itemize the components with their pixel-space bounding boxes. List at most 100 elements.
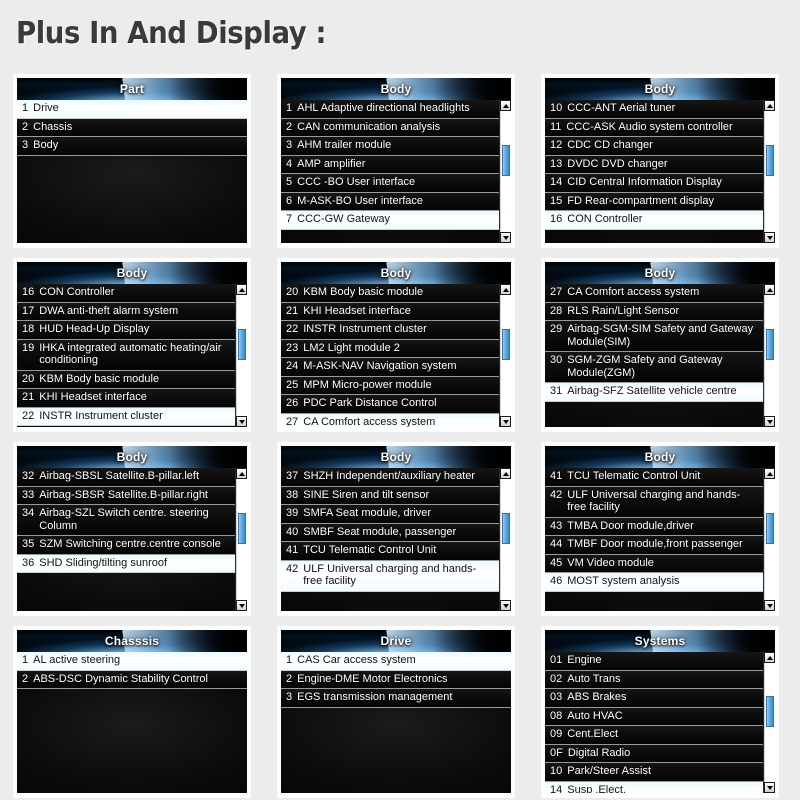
scroll-down-arrow-icon[interactable] <box>236 416 247 427</box>
list-item[interactable]: 16 CON Controller <box>17 284 235 303</box>
scroll-up-arrow-icon[interactable] <box>236 284 247 295</box>
scrollbar-thumb[interactable] <box>502 512 510 545</box>
scroll-up-arrow-icon[interactable] <box>764 284 775 295</box>
scroll-up-arrow-icon[interactable] <box>500 468 511 479</box>
scrollbar-thumb[interactable] <box>766 696 774 728</box>
scrollbar-thumb[interactable] <box>238 328 246 361</box>
list-item[interactable]: 3 EGS transmission management <box>281 689 511 708</box>
list-item[interactable]: 2 ABS-DSC Dynamic Stability Control <box>17 670 247 689</box>
list-item[interactable]: 10 Park/Steer Assist <box>545 763 763 782</box>
list-item[interactable]: 41 TCU Telematic Control Unit <box>545 468 763 487</box>
list-item[interactable]: 12 CDC CD changer <box>545 137 763 156</box>
vertical-scrollbar[interactable] <box>763 284 775 427</box>
scrollbar-thumb[interactable] <box>502 144 510 177</box>
list-item-selected[interactable]: 27 CA Comfort access system <box>281 413 499 427</box>
list-item-selected[interactable]: 1 Drive <box>17 100 247 119</box>
list-item[interactable]: 17 DWA anti-theft alarm system <box>17 302 235 321</box>
list-item[interactable]: 33 Airbag-SBSR Satellite.B-pillar.right <box>17 486 235 505</box>
list-item-selected[interactable]: 36 SHD Sliding/tilting sunroof <box>17 554 235 573</box>
scroll-up-arrow-icon[interactable] <box>764 652 775 663</box>
list-item[interactable]: 18 HUD Head-Up Display <box>17 321 235 340</box>
scroll-down-arrow-icon[interactable] <box>764 416 775 427</box>
list-item[interactable]: 6 M-ASK-BO User interface <box>281 192 499 211</box>
list-item[interactable]: 28 RLS Rain/Light Sensor <box>545 302 763 321</box>
list-item[interactable]: 5 CCC -BO User interface <box>281 174 499 193</box>
list-item-selected[interactable]: 22 INSTR Instrument cluster <box>17 407 235 426</box>
list-item[interactable]: 3 Body <box>17 137 247 156</box>
list-item-selected[interactable]: 46 MOST system analysis <box>545 573 763 592</box>
list-item-selected[interactable]: 14 Susp .Elect. <box>545 781 763 793</box>
scroll-down-arrow-icon[interactable] <box>764 600 775 611</box>
vertical-scrollbar[interactable] <box>763 468 775 611</box>
list-item[interactable]: 41 TCU Telematic Control Unit <box>281 542 499 561</box>
list-item[interactable]: 37 SHZH Independent/auxiliary heater <box>281 468 499 487</box>
list-item-selected[interactable]: 7 CCC-GW Gateway <box>281 211 499 230</box>
list-item[interactable]: 29 Airbag-SGM-SIM Safety and Gateway Modu… <box>545 321 763 352</box>
scroll-down-arrow-icon[interactable] <box>500 416 511 427</box>
scrollbar-thumb[interactable] <box>766 512 774 545</box>
list-item-selected[interactable]: 42 ULF Universal charging and hands-free … <box>281 560 499 592</box>
list-item[interactable]: 01 Engine <box>545 652 763 671</box>
scrollbar-thumb[interactable] <box>766 328 774 361</box>
list-item[interactable]: 21 KHI Headset interface <box>17 389 235 408</box>
list-item[interactable]: 2 CAN communication analysis <box>281 118 499 137</box>
list-item[interactable]: 45 VM Video module <box>545 554 763 573</box>
list-item[interactable]: 2 Engine-DME Motor Electronics <box>281 670 511 689</box>
scrollbar-track[interactable] <box>764 295 775 416</box>
list-item[interactable]: 30 SGM-ZGM Safety and Gateway Module(ZGM) <box>545 352 763 383</box>
list-item[interactable]: 3 AHM trailer module <box>281 137 499 156</box>
scroll-up-arrow-icon[interactable] <box>764 100 775 111</box>
scroll-up-arrow-icon[interactable] <box>500 284 511 295</box>
list-item[interactable]: 1 AHL Adaptive directional headlights <box>281 100 499 119</box>
scroll-up-arrow-icon[interactable] <box>764 468 775 479</box>
scrollbar-track[interactable] <box>500 111 511 232</box>
list-item-selected[interactable]: 1 CAS Car access system <box>281 652 511 671</box>
list-item[interactable]: 24 M-ASK-NAV Navigation system <box>281 358 499 377</box>
list-item[interactable]: 22 INSTR Instrument cluster <box>281 321 499 340</box>
list-item[interactable]: 35 SZM Switching centre.centre console <box>17 536 235 555</box>
vertical-scrollbar[interactable] <box>763 100 775 243</box>
vertical-scrollbar[interactable] <box>499 100 511 243</box>
list-item[interactable]: 2 Chassis <box>17 118 247 137</box>
scroll-down-arrow-icon[interactable] <box>500 232 511 243</box>
list-item[interactable]: 08 Auto HVAC <box>545 707 763 726</box>
scrollbar-track[interactable] <box>500 295 511 416</box>
list-item[interactable]: 09 Cent.Elect <box>545 726 763 745</box>
list-item[interactable]: 40 SMBF Seat module, passenger <box>281 523 499 542</box>
list-item[interactable]: 44 TMBF Door module,front passenger <box>545 536 763 555</box>
scrollbar-track[interactable] <box>500 479 511 600</box>
list-item[interactable]: 25 MPM Micro-power module <box>281 376 499 395</box>
list-item[interactable]: 38 SINE Siren and tilt sensor <box>281 486 499 505</box>
scrollbar-track[interactable] <box>236 295 247 416</box>
list-item[interactable]: 20 KBM Body basic module <box>17 370 235 389</box>
scroll-down-arrow-icon[interactable] <box>764 232 775 243</box>
list-item[interactable]: 26 PDC Park Distance Control <box>281 395 499 414</box>
list-item[interactable]: 14 CID Central Information Display <box>545 174 763 193</box>
list-item[interactable]: 19 IHKA integrated automatic heating/air … <box>17 339 235 371</box>
scroll-down-arrow-icon[interactable] <box>500 600 511 611</box>
list-item[interactable]: 11 CCC-ASK Audio system controller <box>545 118 763 137</box>
list-item[interactable]: 15 FD Rear-compartment display <box>545 192 763 211</box>
list-item-selected[interactable]: 16 CON Controller <box>545 211 763 230</box>
scroll-down-arrow-icon[interactable] <box>236 600 247 611</box>
list-item-selected[interactable]: 31 Airbag-SFZ Satellite vehicle centre <box>545 383 763 402</box>
vertical-scrollbar[interactable] <box>499 468 511 611</box>
scrollbar-thumb[interactable] <box>238 512 246 545</box>
list-item[interactable]: 23 LM2 Light module 2 <box>281 339 499 358</box>
scrollbar-track[interactable] <box>764 479 775 600</box>
list-item[interactable]: 27 CA Comfort access system <box>545 284 763 303</box>
list-item[interactable]: 20 KBM Body basic module <box>281 284 499 303</box>
list-item[interactable]: 0F Digital Radio <box>545 744 763 763</box>
list-item[interactable]: 43 TMBA Door module,driver <box>545 517 763 536</box>
list-item[interactable]: 03 ABS Brakes <box>545 689 763 708</box>
scroll-up-arrow-icon[interactable] <box>500 100 511 111</box>
list-item[interactable]: 34 Airbag-SZL Switch centre. steering Col… <box>17 505 235 536</box>
list-item-selected[interactable]: 1 AL active steering <box>17 652 247 671</box>
vertical-scrollbar[interactable] <box>763 652 775 793</box>
list-item[interactable]: 4 AMP amplifier <box>281 155 499 174</box>
scrollbar-track[interactable] <box>764 111 775 232</box>
vertical-scrollbar[interactable] <box>235 468 247 611</box>
list-item[interactable]: 42 ULF Universal charging and hands-free … <box>545 486 763 518</box>
scrollbar-track[interactable] <box>764 663 775 782</box>
list-item[interactable]: 32 Airbag-SBSL Satellite.B-pillar.left <box>17 468 235 487</box>
